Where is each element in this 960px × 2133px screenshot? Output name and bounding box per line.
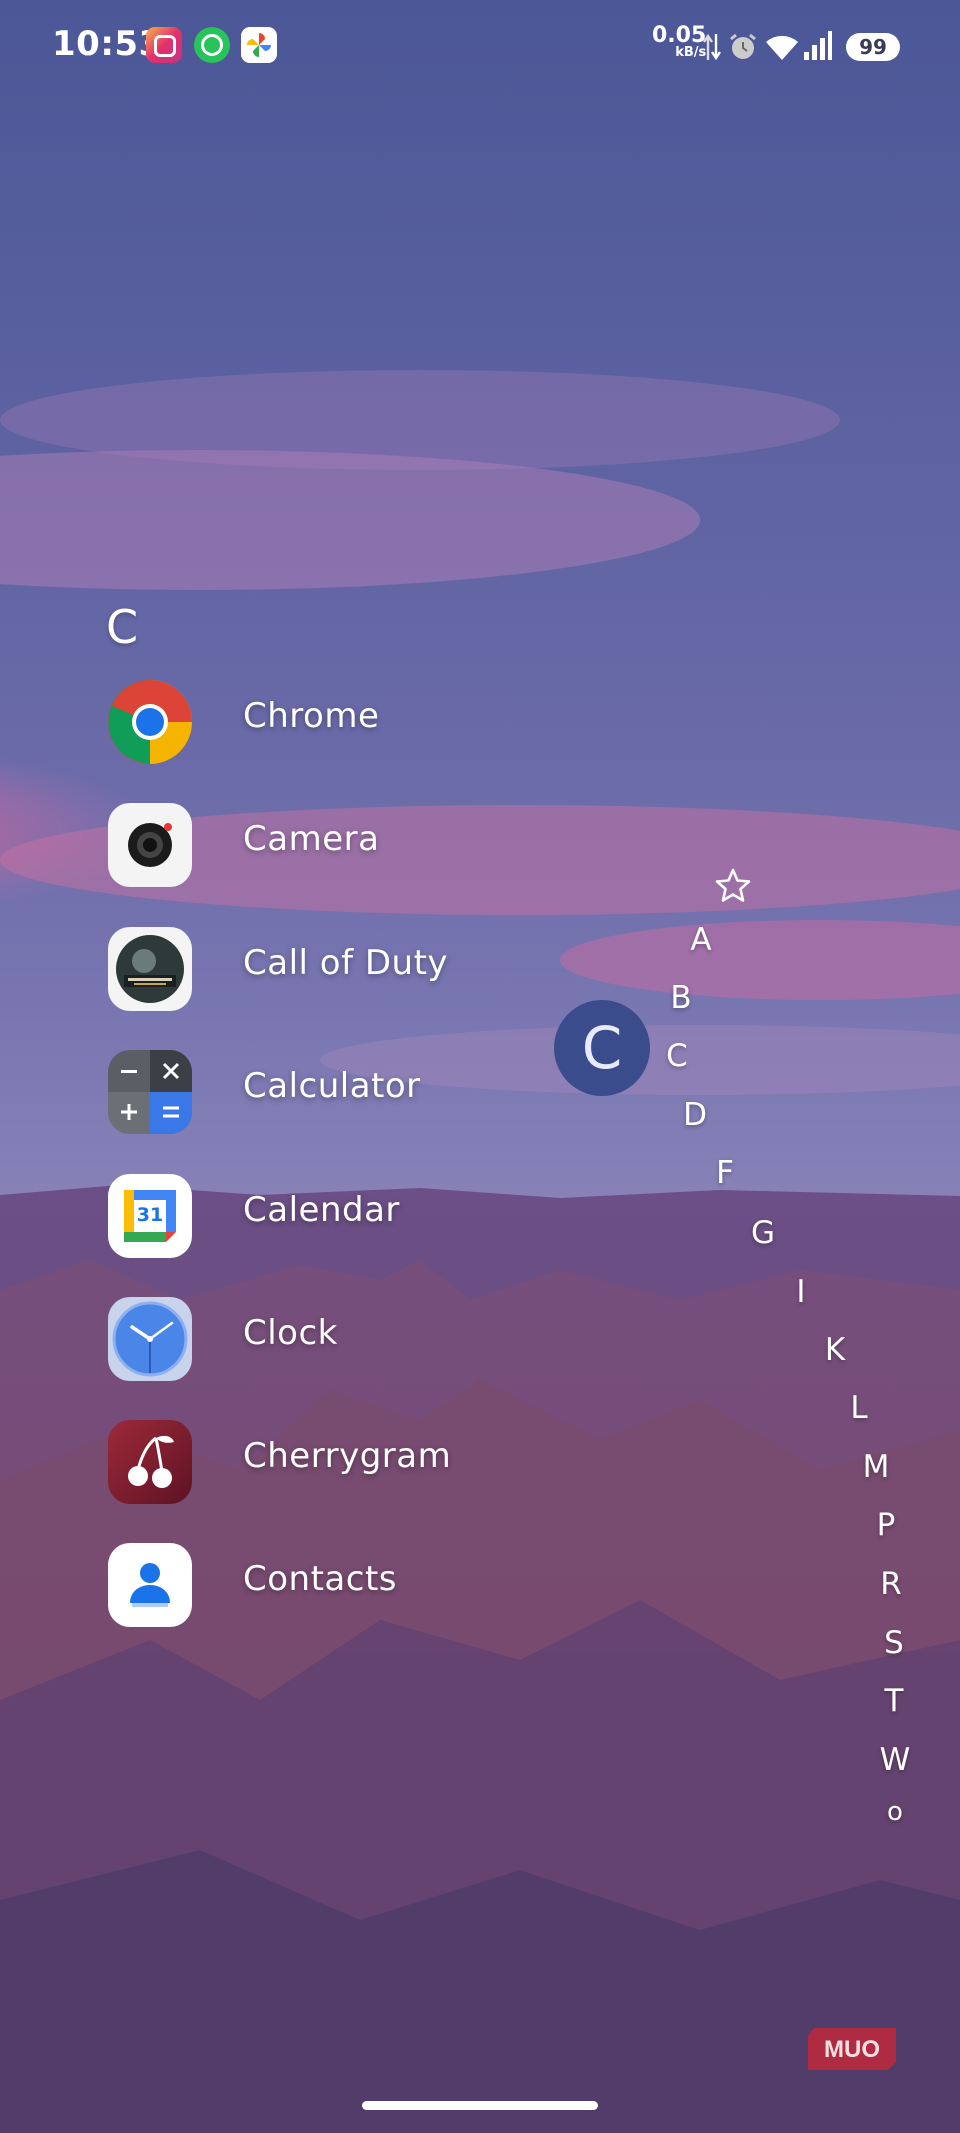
whatsapp-icon <box>194 27 230 63</box>
calculator-icon <box>108 1050 192 1134</box>
app-label: Calculator <box>243 1066 421 1106</box>
camera-icon <box>108 803 192 887</box>
app-label: Chrome <box>243 696 380 736</box>
scroller-letter-r[interactable]: R <box>871 1566 911 1602</box>
call-of-duty-icon <box>108 927 192 1011</box>
app-item-chrome[interactable]: Chrome <box>108 680 668 764</box>
scroller-letter-p[interactable]: P <box>866 1507 906 1543</box>
status-bar: 10:53 0.05 kB/s 99 <box>0 0 960 92</box>
scroller-letter-i[interactable]: I <box>781 1274 821 1310</box>
instagram-icon <box>146 27 182 63</box>
app-item-call-of-duty[interactable]: Call of Duty <box>108 927 668 1011</box>
app-item-calendar[interactable]: 31 Calendar <box>108 1174 668 1258</box>
app-label: Contacts <box>243 1559 397 1599</box>
navigation-gesture-handle[interactable] <box>362 2101 598 2110</box>
alarm-icon <box>730 33 756 59</box>
google-photos-icon <box>241 27 277 63</box>
app-item-cherrygram[interactable]: Cherrygram <box>108 1420 668 1504</box>
app-label: Clock <box>243 1313 338 1353</box>
section-header-letter: C <box>106 600 139 654</box>
scroller-letter-d[interactable]: D <box>675 1097 715 1133</box>
cellular-signal-icon <box>804 31 832 60</box>
network-speed-unit: kB/s <box>675 45 707 60</box>
scroller-active-letter-bubble: C <box>554 1000 650 1096</box>
muo-watermark-logo: MUO <box>808 2028 896 2070</box>
scroller-letter-k[interactable]: K <box>815 1332 855 1368</box>
network-speed: 0.05 kB/s <box>652 25 707 60</box>
cherrygram-icon <box>108 1420 192 1504</box>
star-icon[interactable] <box>713 866 753 906</box>
battery-icon: 99 <box>846 33 900 61</box>
scroller-letter-g[interactable]: G <box>743 1215 783 1251</box>
app-label: Camera <box>243 819 380 859</box>
app-item-camera[interactable]: Camera <box>108 803 668 887</box>
calendar-icon: 31 <box>108 1174 192 1258</box>
scroller-letter-t[interactable]: T <box>874 1683 914 1719</box>
app-label: Call of Duty <box>243 943 449 983</box>
chrome-icon <box>108 680 192 764</box>
app-label: Cherrygram <box>243 1436 452 1476</box>
clock-icon <box>108 1297 192 1381</box>
scroller-letter-f[interactable]: F <box>705 1155 745 1191</box>
svg-text:MUO: MUO <box>824 2036 880 2063</box>
app-item-contacts[interactable]: Contacts <box>108 1543 668 1627</box>
scroller-letter-l[interactable]: L <box>839 1390 879 1426</box>
calendar-date-text: 31 <box>136 1204 164 1226</box>
contacts-icon <box>108 1543 192 1627</box>
scroller-letter-a[interactable]: A <box>681 922 721 958</box>
scroller-letter-b[interactable]: B <box>661 980 701 1016</box>
scroller-letter-w[interactable]: W <box>875 1742 915 1778</box>
scroller-letter-s[interactable]: S <box>874 1625 914 1661</box>
scroller-letter-c[interactable]: C <box>657 1038 697 1074</box>
scroller-letter-m[interactable]: M <box>856 1449 896 1485</box>
scroller-letter-other[interactable]: o <box>875 1797 915 1827</box>
app-item-clock[interactable]: Clock <box>108 1297 668 1381</box>
wifi-icon <box>766 35 798 60</box>
data-transfer-icon <box>703 33 721 61</box>
app-label: Calendar <box>243 1190 400 1230</box>
